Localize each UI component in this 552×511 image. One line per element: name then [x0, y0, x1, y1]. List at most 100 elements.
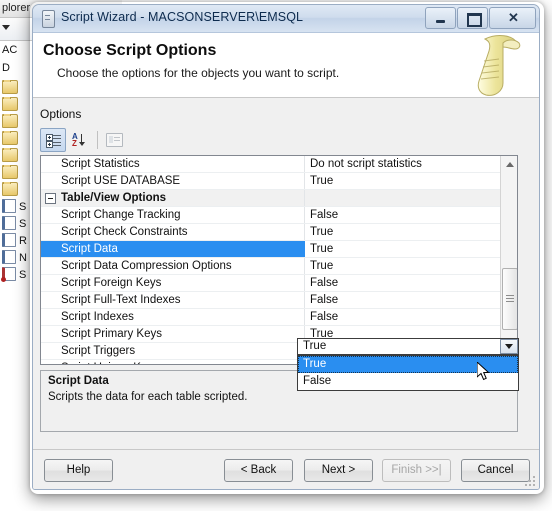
- property-value[interactable]: True: [305, 224, 500, 240]
- toolbar-separator: [97, 131, 98, 149]
- wizard-icon: [42, 10, 55, 28]
- resize-grip[interactable]: [525, 476, 535, 486]
- categorized-icon: [45, 133, 61, 148]
- vertical-scrollbar[interactable]: [500, 156, 517, 364]
- property-value[interactable]: True: [305, 241, 500, 257]
- mouse-cursor: [477, 362, 489, 381]
- combo-current-value: True: [303, 340, 327, 352]
- maximize-button[interactable]: [457, 7, 488, 29]
- maximize-icon: [467, 13, 482, 27]
- property-name: Script Foreign Keys: [61, 277, 162, 289]
- dialog-footer: Help < Back Next > Finish >>| Cancel: [33, 449, 539, 489]
- property-pages-button[interactable]: [101, 128, 127, 152]
- property-grid-toolbar: AZ: [40, 128, 132, 152]
- chevron-down-icon: [505, 344, 513, 349]
- scroll-up-button[interactable]: [501, 156, 517, 173]
- table-row[interactable]: Script Foreign Keys False: [41, 275, 500, 292]
- tree-node-label: N: [19, 252, 27, 264]
- table-row[interactable]: Script Full-Text Indexes False: [41, 292, 500, 309]
- document-icon: [2, 233, 16, 247]
- close-button[interactable]: ✕: [489, 7, 536, 29]
- document-icon: [2, 199, 16, 213]
- table-row[interactable]: Script Statistics Do not script statisti…: [41, 156, 500, 173]
- property-name: Script Data Compression Options: [61, 260, 232, 272]
- folder-icon: [2, 114, 18, 128]
- cancel-button[interactable]: Cancel: [461, 459, 530, 482]
- table-row[interactable]: Script USE DATABASE True: [41, 173, 500, 190]
- document-icon: [2, 216, 16, 230]
- alphabetical-sort-button[interactable]: AZ: [67, 128, 93, 152]
- tree-node-label: R: [19, 235, 27, 247]
- tree-node-label: S: [19, 218, 27, 230]
- wizard-header: Choose Script Options Choose the options…: [33, 33, 539, 98]
- property-value[interactable]: False: [305, 275, 500, 291]
- tree-label-text: AC: [2, 44, 18, 56]
- property-name: Script Unique Keys: [41, 360, 304, 364]
- value-combo-editor[interactable]: True: [297, 338, 519, 355]
- category-name: Table/View Options: [61, 192, 167, 204]
- dialog-title: Script Wizard - MACSONSERVER\EMSQL: [61, 10, 304, 24]
- property-pages-icon: [105, 133, 123, 147]
- next-button[interactable]: Next >: [304, 459, 373, 482]
- arrow-up-icon: [505, 162, 514, 167]
- page-title: Choose Script Options: [43, 42, 217, 59]
- property-name: Script Check Constraints: [61, 226, 188, 238]
- help-button[interactable]: Help: [44, 459, 113, 482]
- grip-icon: [506, 295, 514, 296]
- property-value[interactable]: False: [305, 309, 500, 325]
- minimize-button[interactable]: [425, 7, 456, 29]
- property-value[interactable]: False: [305, 207, 500, 223]
- folder-icon: [2, 97, 18, 111]
- folder-icon: [2, 165, 18, 179]
- property-value[interactable]: True: [305, 258, 500, 274]
- property-value[interactable]: False: [305, 292, 500, 308]
- property-name: Script Data: [41, 241, 304, 257]
- folder-icon: [2, 182, 18, 196]
- folder-icon: [2, 131, 18, 145]
- property-name: Script Change Tracking: [61, 209, 181, 221]
- close-icon: ✕: [508, 10, 519, 25]
- table-row[interactable]: Script Check Constraints True: [41, 224, 500, 241]
- property-name: Script Full-Text Indexes: [61, 294, 181, 306]
- window-controls: ✕: [424, 7, 536, 29]
- minimize-icon: [436, 20, 445, 23]
- options-label: Options: [40, 107, 82, 121]
- category-value: [305, 190, 500, 206]
- category-row[interactable]: Table/View Options: [41, 190, 500, 207]
- table-row[interactable]: Script Data Compression Options True: [41, 258, 500, 275]
- scrollbar-thumb[interactable]: [502, 268, 517, 330]
- folder-icon: [2, 80, 18, 94]
- property-grid-rows: Script Statistics Do not script statisti…: [41, 156, 500, 364]
- property-name: Script Triggers: [61, 345, 136, 357]
- property-name: Script Statistics: [61, 158, 140, 170]
- back-button[interactable]: < Back: [224, 459, 293, 482]
- property-value[interactable]: True: [305, 173, 500, 189]
- combo-dropdown-button[interactable]: [500, 339, 518, 354]
- folder-icon: [2, 148, 18, 162]
- property-value[interactable]: Do not script statistics: [305, 156, 500, 172]
- document-icon: [2, 250, 16, 264]
- categorized-button[interactable]: [40, 128, 66, 152]
- property-grid[interactable]: Script Statistics Do not script statisti…: [40, 155, 518, 365]
- chevron-down-icon[interactable]: [2, 25, 10, 30]
- table-row[interactable]: Script Change Tracking False: [41, 207, 500, 224]
- screen: plorer AC D S S R N S Script Wizard - MA…: [0, 0, 552, 511]
- tree-node-label: S: [19, 269, 27, 281]
- page-subtitle: Choose the options for the objects you w…: [57, 66, 340, 80]
- table-row-selected[interactable]: Script Data True: [41, 241, 500, 258]
- description-text: Scripts the data for each table scripted…: [48, 391, 248, 403]
- tree-node-label: S: [19, 201, 27, 213]
- description-title: Script Data: [48, 375, 109, 387]
- dialog-body: Options AZ Script Statistics Do not scri…: [33, 98, 539, 453]
- dialog-titlebar[interactable]: Script Wizard - MACSONSERVER\EMSQL ✕: [33, 5, 539, 33]
- tree-label-text: D: [2, 62, 10, 74]
- table-row[interactable]: Script Indexes False: [41, 309, 500, 326]
- scroll-banner-icon: [477, 35, 521, 96]
- document-icon: [1, 267, 16, 282]
- property-name: Script Primary Keys: [61, 328, 162, 340]
- script-wizard-dialog: Script Wizard - MACSONSERVER\EMSQL ✕ Cho…: [32, 4, 540, 490]
- finish-button[interactable]: Finish >>|: [382, 459, 451, 482]
- property-name: Script USE DATABASE: [61, 175, 181, 187]
- property-name: Script Indexes: [61, 311, 134, 323]
- sort-az-icon: AZ: [72, 133, 88, 148]
